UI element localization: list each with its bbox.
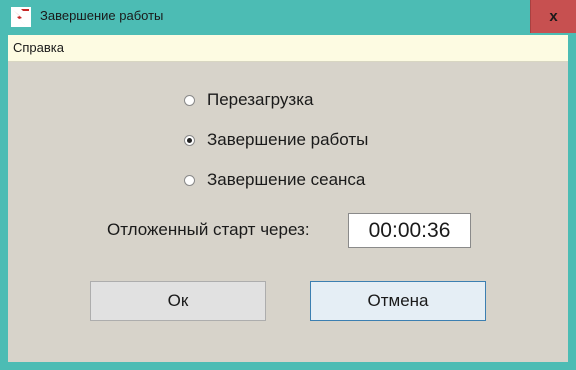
- radio-option-restart[interactable]: Перезагрузка: [184, 88, 313, 112]
- menu-item-help[interactable]: Справка: [11, 40, 66, 55]
- shutdown-app-icon: [11, 7, 31, 27]
- window-title: Завершение работы: [40, 8, 164, 23]
- radio-label: Завершение сеанса: [207, 170, 366, 189]
- ok-button[interactable]: Ок: [90, 281, 266, 321]
- dialog-body: Перезагрузка Завершение работы Завершени…: [8, 62, 568, 362]
- radio-label: Перезагрузка: [207, 90, 314, 109]
- radio-label: Завершение работы: [207, 130, 369, 149]
- radio-option-logoff[interactable]: Завершение сеанса: [184, 168, 365, 192]
- close-button[interactable]: x: [530, 0, 576, 33]
- radio-button-selected[interactable]: [184, 134, 195, 146]
- radio-button[interactable]: [184, 94, 195, 106]
- radio-option-shutdown[interactable]: Завершение работы: [184, 128, 368, 152]
- cancel-button[interactable]: Отмена: [310, 281, 486, 321]
- shutdown-window: Завершение работы x Справка Перезагрузка…: [0, 0, 576, 370]
- delay-label: Отложенный старт через:: [107, 220, 310, 239]
- title-bar[interactable]: Завершение работы x: [0, 0, 576, 34]
- delay-time-field[interactable]: 00:00:36: [348, 213, 471, 248]
- radio-button[interactable]: [184, 174, 195, 186]
- menu-bar: Справка: [8, 35, 568, 62]
